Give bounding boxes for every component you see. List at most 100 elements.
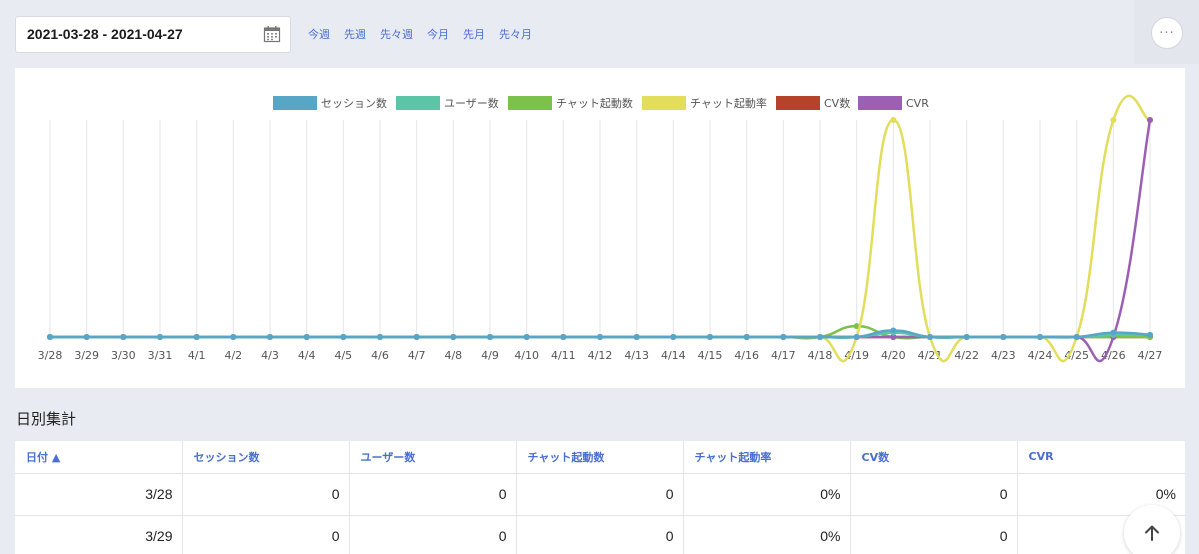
- cell-users: 0: [349, 515, 517, 554]
- cell-cv: 0: [850, 473, 1018, 516]
- legend-label: ユーザー数: [444, 97, 499, 110]
- header-chat-rate[interactable]: チャット起動率: [683, 441, 851, 474]
- data-point: [83, 334, 90, 340]
- x-tick-label: 4/14: [661, 349, 686, 362]
- scroll-top-button[interactable]: [1124, 505, 1180, 554]
- legend-swatch: [858, 96, 902, 110]
- date-range-value: 2021-03-28 - 2021-04-27: [27, 26, 183, 42]
- data-point: [1110, 117, 1117, 123]
- cell-chat-rate: 0%: [683, 473, 851, 516]
- x-tick-label: 4/15: [698, 349, 723, 362]
- chart-card: 3/28 3/29 3/30 3/31 4/1 4/2 4/3 4/4 4/5 4/6 4/7 4/8…: [15, 68, 1185, 388]
- section-title: 日別集計: [16, 410, 77, 428]
- legend-swatch: [508, 96, 552, 110]
- data-point: [523, 334, 530, 340]
- x-tick-label: 4/4: [298, 349, 316, 362]
- legend-item[interactable]: CVR: [858, 96, 929, 110]
- x-tick-label: 4/8: [444, 349, 462, 362]
- link-last-week[interactable]: 先週: [344, 26, 366, 42]
- legend-item[interactable]: ユーザー数: [396, 96, 499, 110]
- daily-table: 日付 ▲ セッション数 ユーザー数 チャット起動数 チャット起動率 CV数 CV…: [15, 441, 1185, 554]
- link-two-months-ago[interactable]: 先々月: [499, 26, 532, 42]
- data-point: [670, 334, 677, 340]
- cell-chat-starts: 0: [516, 515, 684, 554]
- header-sessions[interactable]: セッション数: [182, 441, 350, 474]
- data-point: [707, 334, 713, 340]
- table-row: 3/28 0 0 0 0% 0 0%: [15, 473, 1185, 516]
- x-tick-label: 4/6: [371, 349, 389, 362]
- x-tick-label: 4/10: [514, 349, 539, 362]
- data-point: [47, 334, 53, 340]
- x-tick-label: 4/23: [991, 349, 1016, 362]
- more-icon[interactable]: ···: [1151, 17, 1183, 49]
- data-point: [853, 334, 860, 340]
- x-tick-label: 4/27: [1138, 349, 1163, 362]
- data-point: [890, 327, 897, 334]
- x-tick-label: 4/3: [261, 349, 279, 362]
- link-two-weeks-ago[interactable]: 先々週: [380, 26, 413, 42]
- data-point: [1147, 117, 1153, 123]
- arrow-up-icon: [1145, 525, 1159, 541]
- x-tick-label: 4/18: [808, 349, 833, 362]
- data-point: [817, 334, 823, 340]
- quick-range-links: 今週 先週 先々週 今月 先月 先々月: [308, 26, 532, 42]
- cell-cv: 0: [850, 515, 1018, 554]
- x-tick-label: 4/7: [408, 349, 426, 362]
- x-tick-label: 4/13: [624, 349, 649, 362]
- header-cv[interactable]: CV数: [850, 441, 1018, 474]
- link-this-month[interactable]: 今月: [427, 26, 449, 42]
- link-last-month[interactable]: 先月: [463, 26, 485, 42]
- data-point: [120, 334, 127, 340]
- cell-sessions: 0: [182, 515, 350, 554]
- cell-chat-starts: 0: [516, 473, 684, 516]
- legend-swatch: [273, 96, 317, 110]
- data-point: [963, 334, 970, 340]
- legend-item[interactable]: セッション数: [273, 96, 387, 110]
- x-tick-label: 4/9: [481, 349, 499, 362]
- legend-item[interactable]: CV数: [776, 96, 850, 110]
- data-point: [377, 334, 383, 340]
- data-point: [927, 334, 933, 340]
- link-this-week[interactable]: 今週: [308, 26, 330, 42]
- data-point: [413, 334, 420, 340]
- legend-swatch: [642, 96, 686, 110]
- cell-sessions: 0: [182, 473, 350, 516]
- cell-date: 3/28: [15, 473, 183, 516]
- data-point: [340, 334, 347, 340]
- data-point: [743, 334, 750, 340]
- table-row: 3/29 0 0 0 0% 0: [15, 515, 1185, 554]
- header-users[interactable]: ユーザー数: [349, 441, 517, 474]
- cell-chat-rate: 0%: [683, 515, 851, 554]
- line-chart: 3/28 3/29 3/30 3/31 4/1 4/2 4/3 4/4 4/5 4/6 4/7 4/8…: [38, 94, 1163, 363]
- header-cvr[interactable]: CVR: [1017, 441, 1185, 474]
- data-point: [597, 334, 603, 340]
- legend-item[interactable]: チャット起動率: [642, 96, 767, 110]
- data-point: [487, 334, 493, 340]
- legend-label: セッション数: [321, 97, 387, 110]
- calendar-icon[interactable]: [263, 25, 281, 43]
- x-tick-label: 4/16: [734, 349, 759, 362]
- x-tick-label: 4/12: [588, 349, 613, 362]
- data-point: [1073, 334, 1080, 340]
- date-range-picker[interactable]: 2021-03-28 - 2021-04-27: [15, 16, 291, 53]
- data-point: [560, 334, 567, 340]
- data-point: [1147, 331, 1153, 338]
- chart-legend: セッション数 ユーザー数 チャット起動数 チャット起動率 CV数 CVR: [273, 96, 929, 110]
- table-header-row: 日付 ▲ セッション数 ユーザー数 チャット起動数 チャット起動率 CV数 CV…: [15, 441, 1185, 474]
- data-point: [1037, 334, 1043, 340]
- legend-item[interactable]: チャット起動数: [508, 96, 633, 110]
- x-tick-label: 4/5: [334, 349, 352, 362]
- data-point: [230, 334, 237, 340]
- header-chat-starts[interactable]: チャット起動数: [516, 441, 684, 474]
- data-point: [1000, 334, 1007, 340]
- more-area: ···: [1134, 0, 1199, 64]
- data-point: [157, 334, 163, 340]
- daily-table-card: 日付 ▲ セッション数 ユーザー数 チャット起動数 チャット起動率 CV数 CV…: [15, 441, 1185, 554]
- legend-label: チャット起動率: [690, 96, 767, 110]
- header-date[interactable]: 日付 ▲: [15, 441, 183, 474]
- x-tick-label: 3/28: [38, 349, 63, 362]
- data-point: [780, 334, 787, 340]
- data-point: [633, 334, 640, 340]
- legend-label: チャット起動数: [556, 96, 633, 110]
- x-tick-label: 3/30: [111, 349, 136, 362]
